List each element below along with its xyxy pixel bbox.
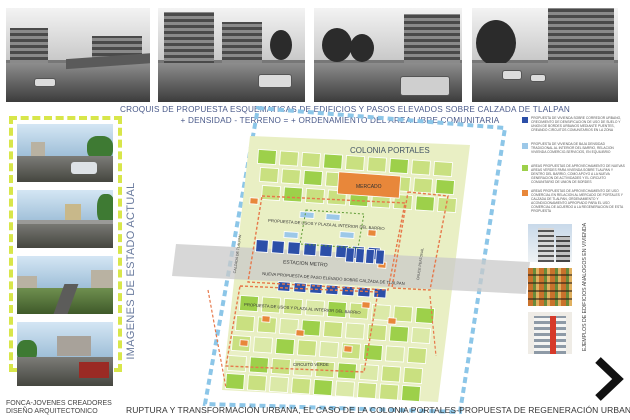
map-block-54 <box>227 354 247 373</box>
housing-bar-mid-1 <box>355 248 365 264</box>
analog-photo-1 <box>528 224 572 262</box>
map-block-52 <box>385 345 405 363</box>
map-block-47 <box>275 337 295 356</box>
commercial-block-0 <box>249 197 259 205</box>
map-block-65 <box>269 375 289 394</box>
map-block-9 <box>259 166 279 184</box>
label-mercado: MERCADO <box>356 184 382 190</box>
housing-bar-mid-0 <box>345 247 355 263</box>
commercial-block-3 <box>261 315 271 323</box>
map-block-3 <box>323 153 343 170</box>
map-block-35 <box>415 306 435 325</box>
footer-title: RUPTURA Y TRANSFORMACIÓN URBANA, EL CASO… <box>126 405 630 415</box>
map-block-26 <box>437 196 457 214</box>
analog-photo-3 <box>528 312 572 354</box>
legend-text-2: PROPUESTA DE VIVIENDA DE BAJA DENSIDAD T… <box>531 142 614 154</box>
map-block-0 <box>257 148 277 166</box>
map-block-11 <box>303 169 323 187</box>
housing-bar-mid-2 <box>365 248 375 265</box>
map-block-69 <box>357 381 377 400</box>
legend-swatch-1 <box>522 117 528 123</box>
legend-text-4: AREAS PROPUESTAS DE APROVECHAMIENTO DE U… <box>531 189 623 213</box>
housing-bar-upper-1 <box>271 240 285 254</box>
map-block-4 <box>345 154 365 172</box>
map-block-53 <box>407 346 427 365</box>
map-block-33 <box>371 303 391 322</box>
map-block-16 <box>413 177 433 194</box>
map-block-19 <box>283 186 303 203</box>
map-block-64 <box>247 374 267 392</box>
map-block-2 <box>301 151 321 169</box>
analog-buildings-label: EJEMPLOS DE EDIFICIOS ANALOGOS EN VIVIEN… <box>582 222 588 352</box>
map-block-40 <box>323 320 343 339</box>
legend-text-3: AREAS PROPUESTAS DE APROVECHAMIENTO DE N… <box>531 164 625 184</box>
map-block-42 <box>367 323 387 342</box>
housing-bar-upper-0 <box>255 239 269 253</box>
map-block-46 <box>253 336 273 354</box>
legend-swatch-4 <box>522 190 528 196</box>
map-block-5 <box>367 156 387 173</box>
map-block-43 <box>389 325 409 343</box>
map-block-41 <box>345 322 365 340</box>
analog-photo-2 <box>528 268 572 306</box>
map-block-56 <box>271 357 291 376</box>
map-block-44 <box>411 326 431 345</box>
map-block-68 <box>335 380 355 398</box>
label-colonia-portales: COLONIA PORTALES <box>350 146 430 155</box>
commercial-block-8 <box>343 345 353 353</box>
label-circuito-verde: CIRCUITO VERDE <box>293 362 329 367</box>
map-block-18 <box>261 184 281 202</box>
map-block-6 <box>389 157 409 175</box>
housing-bar-mid-3 <box>375 249 385 265</box>
map-block-66 <box>291 377 311 395</box>
legend-text-1: PROPUESTA DE VIVIENDA SOBRE CORREDOR URB… <box>531 116 622 132</box>
commercial-block-4 <box>295 329 305 337</box>
low-density-block-0 <box>299 211 315 219</box>
commercial-block-6 <box>239 339 249 347</box>
map-block-17 <box>435 178 455 196</box>
low-density-block-1 <box>325 213 341 221</box>
map-block-20 <box>305 187 325 205</box>
next-arrow-icon[interactable] <box>592 356 624 402</box>
map-block-7 <box>411 159 431 176</box>
commercial-block-7 <box>387 317 397 325</box>
map-block-61 <box>381 365 401 383</box>
map-block-8 <box>433 160 453 178</box>
map-block-48 <box>297 339 317 357</box>
housing-bar-lower-0 <box>277 281 291 292</box>
map-block-10 <box>281 168 301 185</box>
map-block-25 <box>415 195 435 212</box>
commercial-block-1 <box>367 229 377 237</box>
housing-bar-upper-2 <box>287 241 301 256</box>
low-density-block-3 <box>339 231 355 239</box>
map-block-67 <box>313 378 333 397</box>
map-block-70 <box>379 383 399 401</box>
map-block-55 <box>249 356 269 374</box>
map-block-36 <box>235 314 255 333</box>
map-block-49 <box>319 340 339 359</box>
legend-swatch-2 <box>522 143 528 149</box>
map-block-63 <box>225 372 245 391</box>
legend-swatch-3 <box>522 165 528 171</box>
low-density-block-2 <box>283 231 299 239</box>
map-block-71 <box>401 384 421 403</box>
commercial-block-5 <box>361 301 371 309</box>
housing-bar-lower-1 <box>293 282 307 293</box>
map-block-1 <box>279 150 299 167</box>
map-block-62 <box>403 366 423 385</box>
